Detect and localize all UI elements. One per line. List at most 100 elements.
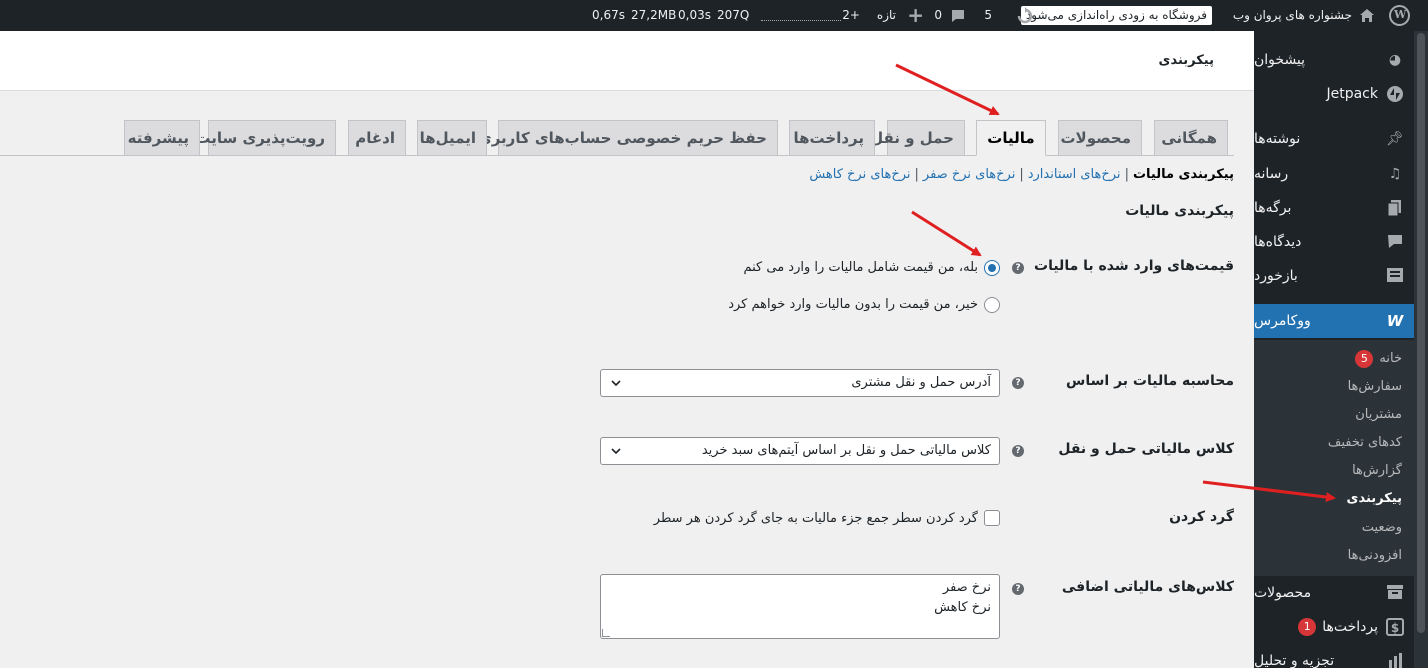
sidebar-item-posts[interactable]: 📌︎ نوشته‌ها [1254,122,1414,156]
rounding-checkbox[interactable] [984,510,1000,526]
textarea-line: نرخ صفر [942,580,991,595]
tab-payments[interactable]: پرداخت‌ها [789,120,875,156]
calc-based-on-select[interactable]: آدرس حمل و نقل مشتری [600,369,1000,397]
active-menu-pointer [1245,309,1254,329]
sidebar-item-products[interactable]: محصولات [1254,576,1414,610]
help-tip-icon[interactable]: ? [1012,445,1024,457]
perf-memory[interactable]: 27,2MB [631,0,676,31]
sidebar-item-pages[interactable]: برگه‌ها [1254,191,1414,225]
subsub-standard-rates[interactable]: نرخ‌های استاندارد [1028,167,1121,182]
tab-advanced[interactable]: پیشرفته [124,120,200,156]
updates-icon[interactable] [1016,0,1034,31]
new-content-link[interactable]: تازه [877,0,896,31]
prices-entered-yes-radio[interactable] [984,260,1000,276]
prices-entered-yes-label: بله، من قیمت شامل مالیات را وارد می کنم [743,260,978,275]
arrow-to-radio [911,210,982,257]
plus-count: 2+ [842,8,860,22]
submenu-item-orders[interactable]: سفارش‌ها [1348,376,1402,398]
subsub-reduced-rates[interactable]: نرخ‌های نرخ کاهش [809,167,910,182]
perf-time-query[interactable]: 0,03s [678,0,711,31]
scrollbar-thumb[interactable] [1417,33,1425,633]
sidebar-item-woocommerce[interactable]: W ووکامرس [1254,304,1414,338]
chevron-down-icon [611,370,621,405]
sidebar-item-label: Jetpack [1326,86,1378,102]
perf-time-total[interactable]: 0,67s [592,0,625,31]
sidebar-item-dashboard[interactable]: ◕ پیشخوان [1254,43,1414,77]
submenu-item-home[interactable]: خانه 5 [1355,348,1402,370]
select-value: آدرس حمل و نقل مشتری [851,375,991,390]
submenu-item-settings[interactable]: پیکربندی [1347,488,1402,510]
additional-classes-label: کلاس‌های مالیاتی اضافی [1061,579,1234,595]
submenu-item-reports[interactable]: گزارش‌ها [1352,460,1402,482]
tab-site-visibility[interactable]: رویت‌پذیری سایت [195,120,336,156]
sidebar-item-label: نوشته‌ها [1254,131,1301,147]
help-tip-icon[interactable]: ? [1012,262,1024,274]
tab-emails[interactable]: ایمیل‌ها [417,120,487,156]
submenu-item-coupons[interactable]: کدهای تخفیف [1328,432,1402,454]
perf-query-count[interactable]: 207Q [717,0,749,31]
submenu-item-extensions[interactable]: افزودنی‌ها [1348,545,1402,567]
tab-products[interactable]: محصولات [1058,120,1142,156]
woocommerce-icon: W [1386,312,1404,330]
sidebar-item-comments[interactable]: دیدگاه‌ها [1254,225,1414,259]
store-notice-badge: فروشگاه به زودی راه‌اندازی می‌شود [1020,6,1212,25]
sidebar-item-label: پرداخت‌ها [1322,619,1378,635]
archive-box-icon [1386,584,1404,602]
query-monitor-sparkline [761,20,841,21]
calc-based-on-label: محاسبه مالیات بر اساس [1066,373,1234,389]
sidebar-item-label: تجزیه و تحلیل [1254,653,1335,668]
admin-bar: جشنواره های پروان وب فروشگاه به زودی راه… [0,0,1428,31]
sidebar-item-label: محصولات [1254,585,1312,601]
submenu-item-customers[interactable]: مشتریان [1355,404,1402,426]
submenu-label: خانه [1379,351,1402,366]
page-title: پیکربندی [1158,53,1214,68]
sidebar-item-label: دیدگاه‌ها [1254,234,1302,250]
updates-count: 5 [984,8,992,22]
home-badge: 5 [1355,349,1374,368]
home-icon[interactable] [1358,0,1376,31]
dollar-icon: $ [1386,618,1404,636]
sidebar-item-feedback[interactable]: بازخورد [1254,259,1414,293]
tab-general[interactable]: همگانی [1154,120,1228,156]
page-scrollbar[interactable] [1414,31,1428,668]
sidebar-item-analytics[interactable]: تجزیه و تحلیل [1254,644,1414,668]
page-header: پیکربندی [0,31,1254,91]
tab-integration[interactable]: ادغام [348,120,406,156]
comments-count: 0 [934,8,942,22]
additional-classes-textarea[interactable]: نرخ صفر نرخ کاهش [600,574,1000,639]
prices-entered-no-label: خیر، من قیمت را بدون مالیات وارد خواهم ک… [728,297,978,312]
site-name-link[interactable]: جشنواره های پروان وب [1233,0,1352,31]
media-icon: ♫ [1388,166,1402,182]
sidebar-item-label: برگه‌ها [1254,200,1292,216]
subsub-zero-rates[interactable]: نرخ‌های نرخ صفر [923,167,1015,182]
sidebar-item-payments[interactable]: $ پرداخت‌ها 1 [1254,610,1414,644]
tab-shipping[interactable]: حمل و نقل [870,120,965,156]
comments-bubble-icon [1386,233,1404,251]
comments-icon[interactable] [950,0,966,31]
rounding-checkbox-label: گرد کردن سطر جمع جزء مالیات به جای گرد ک… [653,511,978,526]
help-tip-icon[interactable]: ? [1012,583,1024,595]
textarea-line: نرخ کاهش [934,600,991,615]
pages-icon [1386,199,1404,217]
sidebar-item-media[interactable]: ♫ رسانه [1254,157,1414,191]
wordpress-logo-icon[interactable] [1389,5,1410,26]
tab-privacy[interactable]: حفظ حریم خصوصی حساب‌های کاربری [478,120,778,156]
select-value: کلاس مالیاتی حمل و نقل بر اساس آیتم‌های … [701,443,991,458]
sidebar-item-label: ووکامرس [1254,313,1311,329]
shipping-tax-class-select[interactable]: کلاس مالیاتی حمل و نقل بر اساس آیتم‌های … [600,437,1000,465]
svg-text:$: $ [1391,621,1399,635]
help-tip-icon[interactable]: ? [1012,377,1024,389]
subsub-tax-options[interactable]: پیکربندی مالیات [1133,167,1234,182]
sidebar-item-label: رسانه [1254,166,1289,182]
submenu-item-status[interactable]: وضعیت [1362,517,1402,539]
feedback-form-icon [1386,267,1404,285]
payments-badge: 1 [1298,618,1317,636]
sidebar-item-jetpack[interactable]: Jetpack [1254,77,1414,111]
resize-grip-icon[interactable] [602,629,610,637]
chevron-down-icon [611,438,621,473]
prices-entered-no-radio[interactable] [984,297,1000,313]
plus-icon[interactable]: + [907,0,924,31]
tab-tax[interactable]: مالیات [976,120,1046,156]
rounding-label: گرد کردن [1169,509,1234,525]
tax-subsections: پیکربندی مالیات|نرخ‌های استاندارد|نرخ‌ها… [809,167,1234,182]
